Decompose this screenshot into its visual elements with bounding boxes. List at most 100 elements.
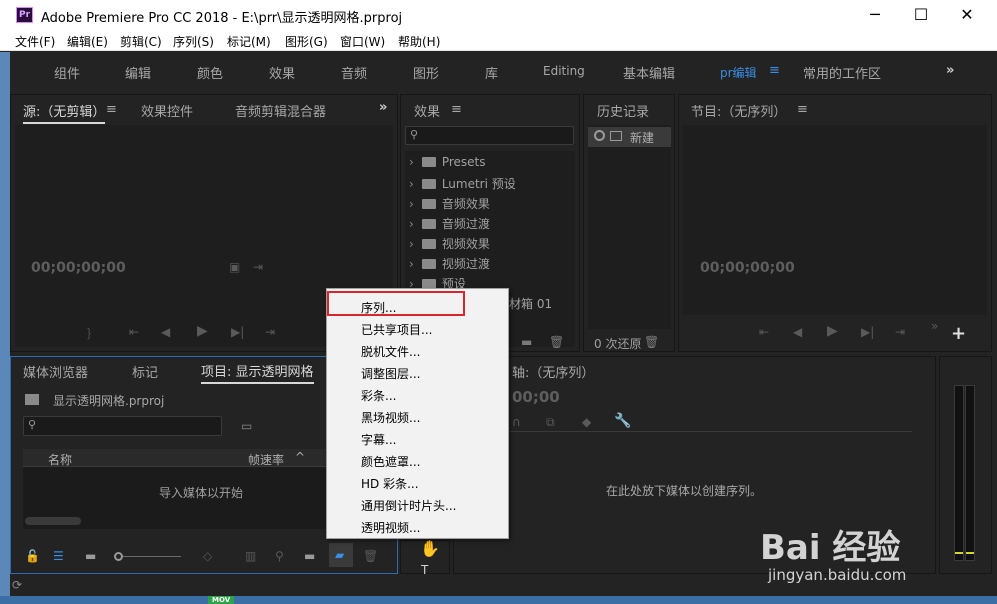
linked-selection-icon[interactable]: ⧉ — [546, 415, 555, 430]
lock-icon[interactable]: 🔓 — [25, 549, 40, 563]
source-settings-icon[interactable]: ▣ — [229, 260, 240, 274]
menu-graphics[interactable]: 图形(G) — [285, 33, 328, 50]
taskbar-badge: MOV — [208, 596, 235, 604]
premiere-app-icon: Pr — [16, 7, 33, 23]
workspace-tab-editing[interactable]: Editing — [543, 64, 585, 78]
timeline-title: 轴:（无序列） — [512, 366, 595, 381]
tab-project[interactable]: 项目: 显示透明网格 — [201, 361, 314, 384]
bin-search-icon[interactable]: ▭ — [241, 419, 252, 433]
menu-edit[interactable]: 编辑(E) — [67, 33, 108, 50]
source-step-back-icon[interactable]: ◀ — [161, 325, 170, 339]
program-go-out-icon[interactable]: ⇥ — [895, 325, 905, 339]
source-menu-icon[interactable]: ≡ — [106, 102, 117, 117]
sync-icon[interactable]: ⟳ — [12, 578, 22, 592]
source-go-in-icon[interactable]: ⇤ — [129, 325, 139, 339]
effects-tree-row[interactable]: › 视频过渡 — [405, 255, 490, 275]
program-step-forward-icon[interactable]: ▶| — [861, 325, 874, 339]
history-item[interactable]: 新建 — [588, 127, 671, 147]
tab-media-browser[interactable]: 媒体浏览器 — [23, 362, 88, 381]
clear-icon[interactable]: 🗑 — [363, 549, 378, 563]
effects-tree-row[interactable]: › 音频过渡 — [405, 215, 490, 235]
effects-menu-icon[interactable]: ≡ — [451, 102, 462, 117]
project-scrollbar[interactable] — [25, 517, 81, 525]
workspace-tab-libraries[interactable]: 库 — [485, 63, 498, 82]
wrench-icon[interactable]: 🔧 — [614, 413, 631, 429]
chevron-right-icon: › — [409, 217, 414, 231]
zoom-slider[interactable] — [123, 556, 181, 557]
menu-item-hd-bars[interactable]: HD 彩条... — [361, 475, 419, 492]
program-step-back-icon[interactable]: ◀ — [793, 325, 802, 339]
sort-icon[interactable]: ◇ — [203, 549, 212, 563]
menu-item-black-video[interactable]: 黑场视频... — [361, 409, 420, 426]
effects-tree-row[interactable]: › 视频效果 — [405, 235, 490, 255]
program-overflow-icon[interactable]: » — [931, 319, 938, 333]
add-button[interactable]: + — [951, 323, 966, 344]
automate-icon[interactable]: ▥ — [245, 549, 256, 563]
column-frame-rate[interactable]: 帧速率 — [248, 451, 284, 468]
sort-ascending-icon[interactable]: ^ — [295, 450, 305, 464]
menu-item-bars-and-tone[interactable]: 彩条... — [361, 387, 396, 404]
close-button[interactable]: ✕ — [944, 0, 990, 30]
menu-file[interactable]: 文件(F) — [15, 33, 55, 50]
new-item-button[interactable]: ▰ — [329, 543, 353, 567]
menu-clip[interactable]: 剪辑(C) — [120, 33, 162, 50]
new-bin-icon[interactable]: ▬ — [304, 549, 315, 563]
history-trash-icon[interactable]: 🗑 — [644, 335, 659, 349]
type-tool-icon[interactable]: T — [421, 563, 428, 577]
menu-item-transparent-video[interactable]: 透明视频... — [361, 519, 420, 536]
menu-item-captions[interactable]: 字幕... — [361, 431, 396, 448]
new-bin-icon[interactable]: ▬ — [521, 335, 532, 349]
menu-item-countdown-leader[interactable]: 通用倒计时片头... — [361, 497, 456, 514]
effects-search-input[interactable]: ⚲ — [405, 126, 574, 145]
menu-help[interactable]: 帮助(H) — [398, 33, 440, 50]
effects-tree-row[interactable]: › 音频效果 — [405, 195, 490, 215]
trash-icon[interactable]: 🗑 — [549, 335, 564, 349]
workspace-tab-graphics[interactable]: 图形 — [413, 63, 439, 82]
menu-item-color-matte[interactable]: 颜色遮罩... — [361, 453, 420, 470]
project-search-input[interactable]: ⚲ — [23, 416, 222, 436]
source-play-icon[interactable]: ▶ — [197, 323, 208, 339]
find-icon[interactable]: ⚲ — [275, 549, 284, 563]
column-name[interactable]: 名称 — [48, 451, 72, 468]
tab-audio-clip-mixer[interactable]: 音频剪辑混合器 — [235, 101, 326, 120]
workspace-tab-pr-edit[interactable]: pr编辑 — [720, 64, 757, 81]
icon-view-icon[interactable]: ▬ — [85, 549, 96, 563]
list-view-icon[interactable]: ☰ — [53, 549, 64, 563]
hand-tool-icon[interactable]: ✋ — [420, 539, 440, 558]
tab-markers[interactable]: 标记 — [132, 362, 158, 381]
add-marker-icon[interactable]: ◆ — [582, 415, 591, 429]
effects-tree-row[interactable]: › Presets — [405, 155, 485, 175]
program-play-icon[interactable]: ▶ — [827, 323, 838, 339]
menu-marker[interactable]: 标记(M) — [227, 33, 271, 50]
menu-item-shared-project[interactable]: 已共享项目... — [361, 321, 432, 338]
tab-source[interactable]: 源:（无剪辑） — [23, 101, 106, 124]
source-go-out-icon[interactable]: ⇥ — [265, 325, 275, 339]
workspace-menu-icon[interactable]: ≡ — [769, 63, 780, 78]
source-mark-in-icon[interactable]: ｝ — [87, 325, 99, 342]
workspace-tab-assembly[interactable]: 组件 — [54, 63, 80, 82]
workspace-overflow-icon[interactable]: » — [946, 63, 954, 78]
workspace-tab-audio[interactable]: 音频 — [341, 63, 367, 82]
history-panel: 历史记录 新建 0 次还原 🗑 — [583, 94, 675, 352]
maximize-button[interactable]: ☐ — [898, 0, 944, 30]
source-overflow-icon[interactable]: » — [379, 100, 387, 115]
menu-window[interactable]: 窗口(W) — [340, 33, 385, 50]
folder-icon — [421, 219, 436, 229]
menu-item-adjustment-layer[interactable]: 调整图层... — [361, 365, 420, 382]
program-go-in-icon[interactable]: ⇤ — [759, 325, 769, 339]
workspace-tab-editing-cn[interactable]: 编辑 — [125, 63, 151, 82]
workspace-tab-color[interactable]: 颜色 — [197, 63, 223, 82]
workspace-tab-basic-edit[interactable]: 基本编辑 — [623, 63, 675, 82]
source-step-forward-icon[interactable]: ▶| — [231, 325, 244, 339]
snap-icon[interactable]: ∩ — [512, 415, 521, 429]
workspace-tab-common[interactable]: 常用的工作区 — [803, 63, 881, 82]
zoom-slider-handle[interactable] — [114, 552, 123, 561]
menu-item-offline-file[interactable]: 脱机文件... — [361, 343, 420, 360]
menu-sequence[interactable]: 序列(S) — [173, 33, 214, 50]
minimize-button[interactable]: ─ — [852, 0, 898, 30]
source-export-icon[interactable]: ⇥ — [253, 260, 263, 274]
effects-tree-row[interactable]: › Lumetri 预设 — [405, 175, 516, 195]
workspace-tab-effects[interactable]: 效果 — [269, 63, 295, 82]
program-menu-icon[interactable]: ≡ — [797, 102, 808, 117]
tab-effect-controls[interactable]: 效果控件 — [141, 101, 193, 120]
